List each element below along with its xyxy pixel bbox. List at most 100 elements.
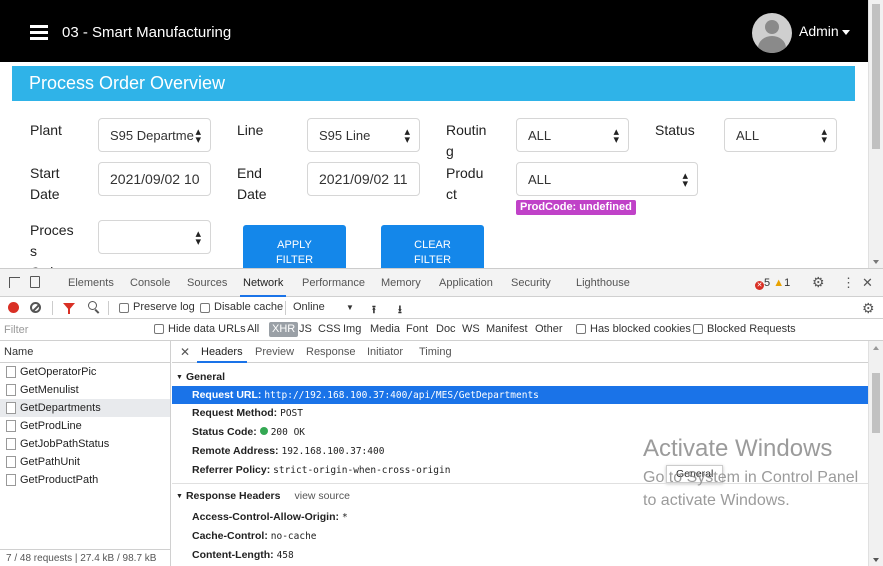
- user-menu[interactable]: Admin: [799, 23, 850, 39]
- more-options-icon[interactable]: ⋮: [842, 275, 855, 291]
- triangle-down-icon: ▼: [176, 374, 183, 381]
- select-arrows-icon: ▴ ▾: [195, 228, 201, 248]
- end-date-input[interactable]: 2021/09/02 11: [307, 162, 420, 196]
- select-arrows-icon: ▴ ▾: [821, 126, 827, 146]
- hide-data-urls-label: Hide data URLs: [168, 323, 246, 335]
- tab-application[interactable]: Application: [439, 277, 493, 289]
- general-section-toggle[interactable]: ▼ General: [176, 371, 225, 383]
- response-headers-section-toggle[interactable]: ▼ Response Headers view source: [176, 490, 350, 502]
- status-select[interactable]: ALL ▴ ▾: [724, 118, 837, 152]
- detail-scrollbar[interactable]: [868, 341, 883, 566]
- content-length-row: Content-Length: 458: [192, 549, 294, 561]
- export-har-icon[interactable]: ⭳: [398, 301, 402, 320]
- view-source-link[interactable]: view source: [294, 490, 349, 502]
- request-row[interactable]: GetProductPath: [0, 471, 170, 489]
- filter-type-xhr[interactable]: XHR: [269, 322, 299, 337]
- request-url-row[interactable]: Request URL: http://192.168.100.37:400/a…: [172, 386, 868, 404]
- tab-timing[interactable]: Timing: [419, 346, 452, 358]
- network-summary: 7 / 48 requests | 27.4 kB / 98.7 kB: [0, 549, 171, 566]
- tab-headers[interactable]: Headers: [197, 346, 247, 363]
- preserve-log-checkbox[interactable]: [119, 303, 129, 313]
- plant-select[interactable]: S95 Departme ▴ ▾: [98, 118, 211, 152]
- status-select-value: ALL: [736, 128, 760, 143]
- network-filter-bar: Filter Hide data URLs All XHR JS CSS Img…: [0, 319, 883, 341]
- request-row[interactable]: GetProdLine: [0, 417, 170, 435]
- hide-data-urls-checkbox[interactable]: [154, 324, 164, 334]
- page-scrollbar[interactable]: [868, 0, 883, 268]
- throttle-select[interactable]: Online: [293, 301, 325, 313]
- filter-type-img[interactable]: Img: [343, 323, 361, 335]
- tab-security[interactable]: Security: [511, 277, 551, 289]
- status-ok-icon: [259, 427, 268, 435]
- routing-select-value: ALL: [528, 128, 552, 143]
- request-row[interactable]: GetMenulist: [0, 381, 170, 399]
- has-blocked-cookies-checkbox[interactable]: [576, 324, 586, 334]
- filter-type-js[interactable]: JS: [299, 323, 312, 335]
- tab-elements[interactable]: Elements: [68, 277, 114, 289]
- request-row[interactable]: GetOperatorPic: [0, 363, 170, 381]
- tab-memory[interactable]: Memory: [381, 277, 421, 289]
- referrer-policy-row: Referrer Policy: strict-origin-when-cros…: [192, 464, 451, 476]
- disable-cache-checkbox[interactable]: [200, 303, 210, 313]
- filter-type-font[interactable]: Font: [406, 323, 428, 335]
- blocked-requests-label: Blocked Requests: [707, 323, 796, 335]
- file-icon: [6, 438, 16, 450]
- close-detail-icon[interactable]: ✕: [180, 345, 190, 359]
- warning-icon: ▲: [773, 277, 785, 289]
- request-row[interactable]: GetJobPathStatus: [0, 435, 170, 453]
- request-list: Name GetOperatorPic GetMenulist GetDepar…: [0, 341, 171, 566]
- cache-control-row: Cache-Control: no-cache: [192, 530, 317, 542]
- request-row-selected[interactable]: GetDepartments: [0, 399, 170, 417]
- filter-type-all[interactable]: All: [247, 323, 259, 335]
- plant-select-value: S95 Departme: [110, 128, 194, 143]
- request-row[interactable]: GetPathUnit: [0, 453, 170, 471]
- tab-lighthouse[interactable]: Lighthouse: [576, 277, 630, 289]
- filter-type-doc[interactable]: Doc: [436, 323, 456, 335]
- tab-console[interactable]: Console: [130, 277, 170, 289]
- line-select[interactable]: S95 Line ▴ ▾: [307, 118, 420, 152]
- process-order-select[interactable]: ▴ ▾: [98, 220, 211, 254]
- routing-select[interactable]: ALL ▴ ▾: [516, 118, 629, 152]
- name-column-header[interactable]: Name: [0, 341, 170, 363]
- device-toolbar-icon[interactable]: [30, 276, 40, 288]
- tab-network[interactable]: Network: [239, 277, 287, 297]
- tab-response[interactable]: Response: [306, 346, 356, 358]
- search-icon[interactable]: [88, 301, 97, 310]
- filter-funnel-icon[interactable]: [63, 303, 75, 314]
- settings-gear-icon[interactable]: ⚙: [812, 274, 825, 291]
- close-icon[interactable]: ✕: [862, 275, 873, 291]
- line-label: Line: [237, 122, 264, 138]
- blocked-requests-checkbox[interactable]: [693, 324, 703, 334]
- network-settings-gear-icon[interactable]: ⚙: [862, 300, 875, 317]
- filter-type-other[interactable]: Other: [535, 323, 563, 335]
- product-select[interactable]: ALL ▴ ▾: [516, 162, 698, 196]
- chevron-down-icon[interactable]: ▼: [346, 303, 354, 312]
- issues-counter[interactable]: ✕ 5 ▲1: [755, 277, 790, 290]
- start-date-input[interactable]: 2021/09/02 10: [98, 162, 211, 196]
- clear-icon[interactable]: [30, 302, 41, 313]
- app-header: 03 - Smart Manufacturing Admin: [0, 0, 868, 62]
- apply-filter-button[interactable]: APPLY FILTER: [243, 225, 346, 269]
- filter-type-css[interactable]: CSS: [318, 323, 341, 335]
- file-icon: [6, 456, 16, 468]
- filter-type-media[interactable]: Media: [370, 323, 400, 335]
- tab-initiator[interactable]: Initiator: [367, 346, 403, 358]
- hamburger-menu-icon[interactable]: [30, 25, 48, 40]
- tab-preview[interactable]: Preview: [255, 346, 294, 358]
- filter-input[interactable]: Filter: [4, 324, 28, 336]
- tab-sources[interactable]: Sources: [187, 277, 227, 289]
- clear-filter-button[interactable]: CLEAR FILTER: [381, 225, 484, 269]
- select-arrows-icon: ▴ ▾: [404, 126, 410, 146]
- inspect-element-icon[interactable]: [9, 277, 20, 288]
- record-icon[interactable]: [8, 302, 19, 313]
- devtools-tabbar: Elements Console Sources Network Perform…: [0, 269, 883, 297]
- start-date-label: Start Date: [30, 165, 60, 202]
- avatar[interactable]: [752, 13, 792, 53]
- tab-performance[interactable]: Performance: [302, 277, 365, 289]
- chevron-down-icon: [841, 29, 850, 35]
- import-har-icon[interactable]: ⭱: [372, 301, 376, 320]
- devtools-panel: Elements Console Sources Network Perform…: [0, 268, 883, 566]
- filter-type-ws[interactable]: WS: [462, 323, 480, 335]
- line-select-value: S95 Line: [319, 128, 371, 143]
- filter-type-manifest[interactable]: Manifest: [486, 323, 528, 335]
